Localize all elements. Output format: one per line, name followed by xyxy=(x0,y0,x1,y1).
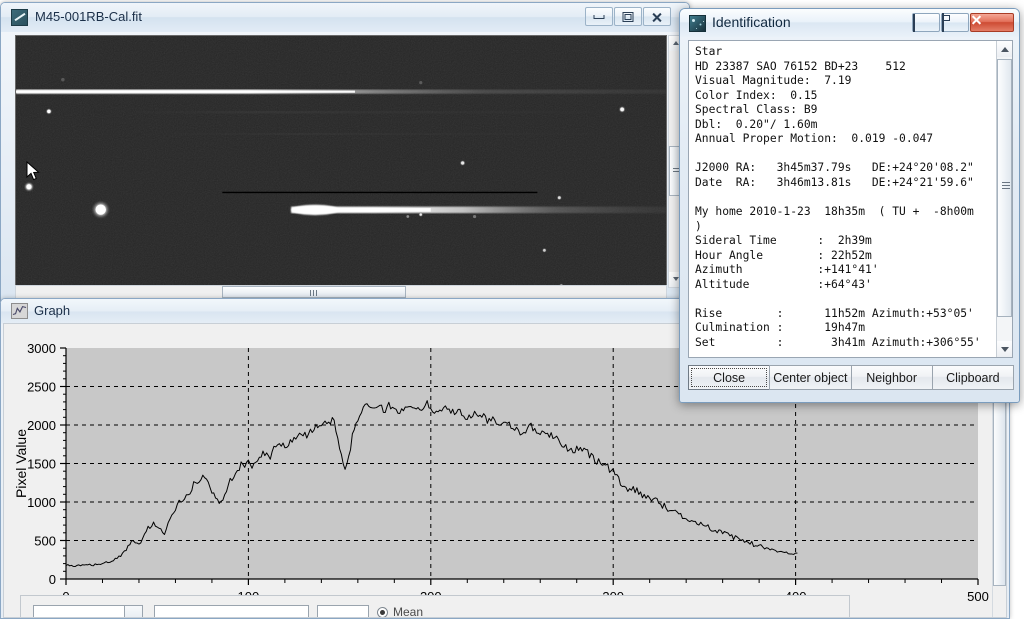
image-window-controls[interactable] xyxy=(585,7,671,26)
identification-window-controls[interactable] xyxy=(912,13,1014,32)
identification-titlebar[interactable]: Identification xyxy=(680,9,1019,37)
image-horizontal-scroll-thumb[interactable] xyxy=(222,286,406,298)
identification-vertical-scrollbar[interactable] xyxy=(996,41,1012,357)
svg-text:1500: 1500 xyxy=(27,457,56,472)
identification-minimize-button[interactable] xyxy=(912,13,940,32)
svg-text:3000: 3000 xyxy=(27,341,56,356)
mean-radio-label: Mean xyxy=(393,605,424,618)
center-object-button-label: Center object xyxy=(773,370,848,385)
svg-text:2000: 2000 xyxy=(27,418,56,433)
image-minimize-button[interactable] xyxy=(585,7,613,26)
clipboard-button-label: Clipboard xyxy=(946,370,1000,385)
clipboard-button[interactable]: Clipboard xyxy=(931,365,1014,390)
identification-scroll-up-arrow-icon[interactable] xyxy=(997,41,1012,57)
svg-text:500: 500 xyxy=(967,589,989,604)
sky-image xyxy=(16,36,666,287)
identification-close-button[interactable] xyxy=(970,13,1014,32)
identification-text-area[interactable]: Star HD 23387 SAO 76152 BD+23 512 Visual… xyxy=(688,40,1013,358)
graph-window-title: Graph xyxy=(34,303,71,318)
graph-controls-panel[interactable]: Mean xyxy=(20,595,850,618)
identification-vertical-scroll-thumb[interactable] xyxy=(997,59,1012,317)
svg-text:Pixel Value: Pixel Value xyxy=(13,429,29,498)
identification-text: Star HD 23387 SAO 76152 BD+23 512 Visual… xyxy=(695,45,981,349)
fits-image-icon xyxy=(11,9,28,26)
close-button[interactable]: Close xyxy=(688,365,771,390)
graph-option-combo-1[interactable] xyxy=(33,605,143,617)
graph-curve-icon xyxy=(11,303,28,319)
mouse-cursor xyxy=(26,161,40,181)
image-window[interactable]: M45-001RB-Cal.fit xyxy=(0,2,690,302)
identification-scroll-down-arrow-icon[interactable] xyxy=(997,341,1012,357)
neighbor-button-label: Neighbor xyxy=(866,370,917,385)
identification-maximize-button[interactable] xyxy=(941,13,969,32)
image-window-titlebar[interactable]: M45-001RB-Cal.fit xyxy=(1,3,689,32)
center-object-button[interactable]: Center object xyxy=(769,365,852,390)
svg-text:0: 0 xyxy=(49,572,56,587)
identification-dialog[interactable]: Identification Star HD 23387 SAO 76152 B… xyxy=(679,8,1020,403)
image-maximize-button[interactable] xyxy=(614,7,642,26)
fits-image-canvas[interactable] xyxy=(15,35,667,288)
image-close-button[interactable] xyxy=(643,7,671,26)
svg-text:2500: 2500 xyxy=(27,380,56,395)
neighbor-button[interactable]: Neighbor xyxy=(850,365,933,390)
svg-text:500: 500 xyxy=(34,534,56,549)
image-window-title: M45-001RB-Cal.fit xyxy=(35,9,142,24)
mean-radio-button[interactable] xyxy=(377,607,388,617)
graph-option-combo-3[interactable] xyxy=(317,605,369,617)
chevron-down-icon[interactable] xyxy=(124,606,142,617)
graph-option-combo-2[interactable] xyxy=(154,605,309,617)
close-button-label: Close xyxy=(713,370,746,385)
star-chart-icon xyxy=(689,15,706,32)
identification-button-row[interactable]: Close Center object Neighbor Clipboard xyxy=(688,365,1014,390)
image-horizontal-scrollbar[interactable] xyxy=(15,285,667,299)
identification-title: Identification xyxy=(712,14,791,30)
svg-text:1000: 1000 xyxy=(27,495,56,510)
